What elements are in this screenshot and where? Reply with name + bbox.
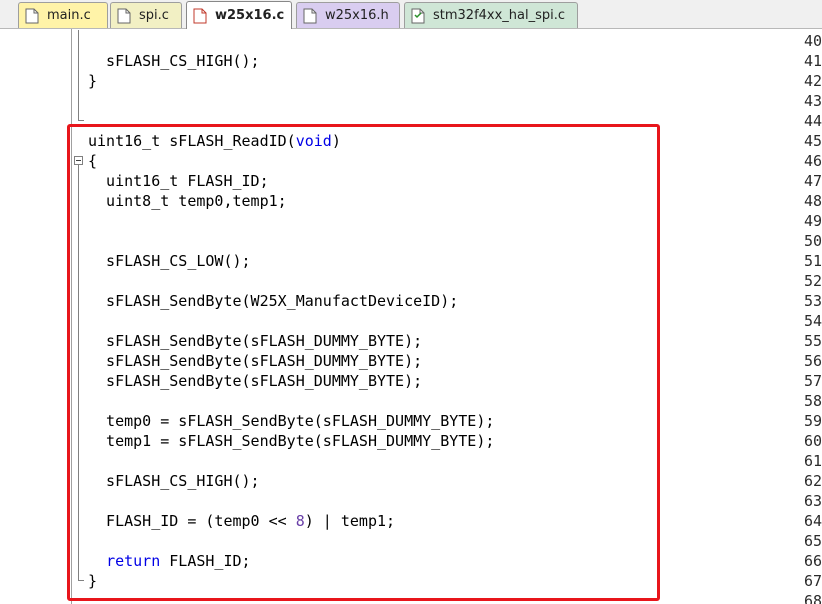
keyword-token: void	[295, 132, 332, 150]
line-number: 60	[803, 432, 822, 450]
line-number: 62	[803, 472, 822, 490]
line-number: 47	[803, 172, 822, 190]
tab-spi-c[interactable]: spi.c	[110, 2, 182, 28]
code-line[interactable]: {	[88, 151, 97, 171]
fold-guide	[78, 30, 79, 120]
line-number: 67	[803, 572, 822, 590]
code-line-function-signature[interactable]: uint16_t sFLASH_ReadID(void)	[88, 131, 341, 151]
keyword-token: return	[106, 552, 161, 570]
line-number: 41	[803, 52, 822, 70]
c-file-icon	[117, 8, 131, 23]
line-number: 46	[803, 152, 822, 170]
collapse-icon[interactable]	[74, 156, 83, 165]
c-file-icon	[193, 8, 207, 23]
code-line[interactable]: sFLASH_SendByte(sFLASH_DUMMY_BYTE);	[88, 371, 422, 391]
line-number: 56	[803, 352, 822, 370]
code-line[interactable]: uint8_t temp0,temp1;	[88, 191, 287, 211]
fold-end-marker	[78, 120, 84, 121]
tab-stm32f4xx-hal-spi-c[interactable]: stm32f4xx_hal_spi.c	[404, 2, 578, 28]
c-file-icon	[25, 8, 39, 23]
code-editor[interactable]: main.c spi.c w25x16.c w25x16.h stm32f4xx…	[0, 0, 822, 604]
code-line[interactable]: FLASH_ID = (temp0 << 8) | temp1;	[88, 511, 395, 531]
line-number-gutter	[0, 29, 71, 604]
code-line[interactable]: }	[88, 71, 97, 91]
line-number: 63	[803, 492, 822, 510]
line-number: 68	[803, 592, 822, 604]
c-file-icon	[411, 8, 425, 23]
line-number: 61	[803, 452, 822, 470]
code-line[interactable]: sFLASH_CS_HIGH();	[88, 51, 260, 71]
line-number: 51	[803, 252, 822, 270]
tab-main-c[interactable]: main.c	[18, 2, 108, 28]
line-number: 43	[803, 92, 822, 110]
line-number: 54	[803, 312, 822, 330]
line-number: 57	[803, 372, 822, 390]
code-line[interactable]: temp0 = sFLASH_SendByte(sFLASH_DUMMY_BYT…	[88, 411, 494, 431]
code-line[interactable]: temp1 = sFLASH_SendByte(sFLASH_DUMMY_BYT…	[88, 431, 494, 451]
line-number: 59	[803, 412, 822, 430]
code-line[interactable]: uint16_t FLASH_ID;	[88, 171, 269, 191]
tab-w25x16-c[interactable]: w25x16.c	[186, 1, 292, 29]
line-number: 53	[803, 292, 822, 310]
line-number: 48	[803, 192, 822, 210]
fold-guide	[78, 165, 79, 580]
tab-label: main.c	[47, 8, 91, 23]
line-number: 44	[803, 112, 822, 130]
tab-label: w25x16.c	[215, 8, 285, 23]
line-number: 52	[803, 272, 822, 290]
h-file-icon	[303, 8, 317, 23]
gutter-divider	[71, 29, 72, 604]
tab-label: spi.c	[139, 8, 169, 23]
line-number: 50	[803, 232, 822, 250]
line-number: 65	[803, 532, 822, 550]
tab-label: w25x16.h	[325, 8, 389, 23]
number-token: 8	[295, 512, 305, 530]
code-line[interactable]: sFLASH_SendByte(W25X_ManufactDeviceID);	[88, 291, 458, 311]
line-number: 45	[803, 132, 822, 150]
tab-w25x16-h[interactable]: w25x16.h	[296, 2, 400, 28]
code-token: )	[331, 132, 341, 150]
line-number: 55	[803, 332, 822, 350]
code-line[interactable]: sFLASH_CS_LOW();	[88, 251, 251, 271]
code-line[interactable]: sFLASH_SendByte(sFLASH_DUMMY_BYTE);	[88, 331, 422, 351]
line-number: 58	[803, 392, 822, 410]
line-number: 42	[803, 72, 822, 90]
code-token: FLASH_ID = (temp0 <<	[88, 512, 296, 530]
code-token: uint16_t sFLASH_ReadID(	[88, 132, 296, 150]
line-number: 40	[803, 32, 822, 50]
code-line[interactable]: return FLASH_ID;	[88, 551, 251, 571]
code-token: FLASH_ID;	[160, 552, 251, 570]
fold-end-marker	[78, 580, 84, 581]
code-token: ) | temp1;	[304, 512, 396, 530]
tab-label: stm32f4xx_hal_spi.c	[433, 8, 566, 23]
code-line[interactable]: sFLASH_SendByte(sFLASH_DUMMY_BYTE);	[88, 351, 422, 371]
line-number: 66	[803, 552, 822, 570]
tab-bar: main.c spi.c w25x16.c w25x16.h stm32f4xx…	[0, 0, 822, 29]
code-line[interactable]: sFLASH_CS_HIGH();	[88, 471, 260, 491]
code-line[interactable]: }	[88, 571, 97, 591]
line-number: 64	[803, 512, 822, 530]
line-number: 49	[803, 212, 822, 230]
